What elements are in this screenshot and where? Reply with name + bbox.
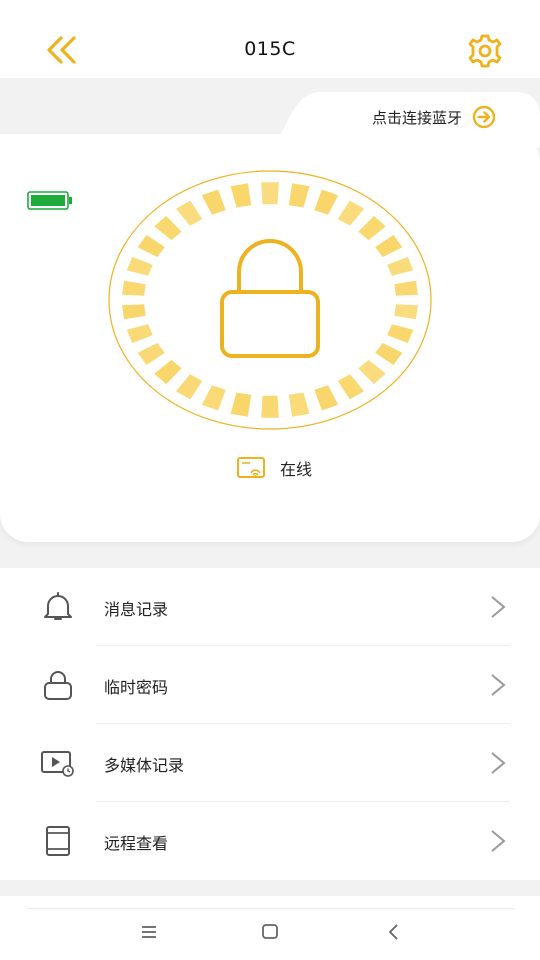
- video-record-icon: [41, 751, 74, 777]
- ring-segment: [126, 256, 153, 276]
- menu-item-label: 远程查看: [104, 834, 169, 853]
- chevron-right-icon: [491, 752, 506, 774]
- chevron-right-icon: [491, 830, 506, 852]
- ring-segment: [261, 395, 279, 418]
- ring-segment: [358, 215, 386, 241]
- ring-segment: [154, 215, 182, 241]
- page-title: 015C: [244, 38, 296, 60]
- device-status-label: 在线: [280, 460, 313, 479]
- ring-segment: [337, 200, 364, 226]
- ring-segment: [261, 182, 279, 205]
- nav-menu-button[interactable]: [136, 922, 162, 942]
- device-status: 在线: [236, 456, 312, 480]
- ring-segment: [375, 235, 403, 257]
- ring-segment: [288, 183, 310, 208]
- ring-segment: [122, 304, 146, 320]
- ring-segment: [122, 280, 146, 296]
- arrow-right-circle-icon: [472, 105, 496, 129]
- ring-segment: [230, 183, 252, 208]
- menu-item-multimedia-records[interactable]: 多媒体记录: [0, 724, 540, 802]
- ring-segment: [288, 392, 310, 417]
- ring-segment: [314, 189, 339, 215]
- divider: [26, 908, 514, 909]
- ring-segment: [337, 374, 364, 400]
- settings-button[interactable]: [466, 33, 504, 69]
- nav-home-button[interactable]: [257, 922, 283, 942]
- ring-segment: [154, 359, 182, 385]
- ring-segment: [375, 343, 403, 365]
- chevron-right-icon: [491, 596, 506, 618]
- connect-bluetooth-label: 点击连接蓝牙: [372, 108, 463, 127]
- nav-back-button[interactable]: [381, 922, 407, 942]
- ring-segment: [387, 324, 414, 344]
- ring-segment: [201, 189, 226, 215]
- lock-status-card: 在线: [0, 134, 540, 542]
- padlock-icon: [220, 239, 320, 358]
- home-icon: [262, 924, 278, 939]
- bell-icon: [44, 592, 72, 620]
- ring-segment: [230, 392, 252, 417]
- menu-item-label: 消息记录: [104, 600, 169, 619]
- system-nav-bar: [0, 896, 540, 960]
- menu-item-label: 临时密码: [104, 678, 169, 697]
- lock-ring[interactable]: [106, 168, 434, 432]
- ring-segment: [394, 280, 418, 296]
- gear-icon: [468, 34, 502, 68]
- ring-segment: [176, 200, 203, 226]
- chevron-right-icon: [491, 674, 506, 696]
- tablet-icon: [46, 826, 70, 856]
- menu-item-label: 多媒体记录: [104, 756, 185, 775]
- menu-item-temporary-password[interactable]: 临时密码: [0, 646, 540, 724]
- menu-item-message-records[interactable]: 消息记录: [0, 568, 540, 646]
- ring-segment: [137, 235, 165, 257]
- feature-menu: 消息记录 临时密码 多媒体记录 远程查看: [0, 568, 540, 880]
- ring-segment: [358, 359, 386, 385]
- lock-icon: [44, 671, 72, 700]
- ring-segment: [126, 324, 153, 344]
- menu-item-remote-view[interactable]: 远程查看: [0, 802, 540, 880]
- connect-bluetooth-button[interactable]: 点击连接蓝牙: [372, 104, 496, 130]
- ring-segment: [314, 385, 339, 411]
- device-battery-icon: [27, 191, 72, 210]
- ring-segment: [176, 374, 203, 400]
- lock-ring-segments: [122, 182, 418, 418]
- ring-segment: [201, 385, 226, 411]
- ring-segment: [387, 256, 414, 276]
- ring-segment: [394, 304, 418, 320]
- menu-icon: [142, 926, 156, 938]
- online-device-icon: [237, 457, 265, 478]
- app-header: 015C: [0, 0, 540, 78]
- ring-segment: [137, 343, 165, 365]
- back-icon: [388, 924, 398, 940]
